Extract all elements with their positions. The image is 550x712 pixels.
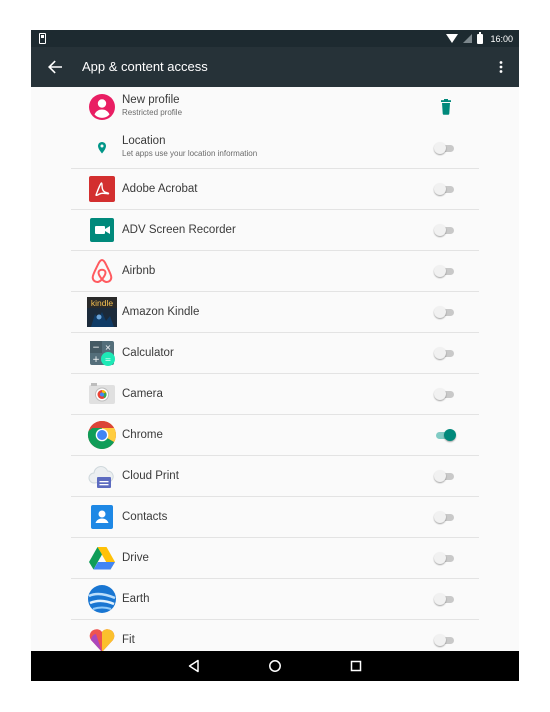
app-row[interactable]: Adobe Acrobat — [71, 169, 479, 210]
fit-icon — [87, 625, 117, 651]
camera-icon — [87, 379, 117, 409]
wifi-icon — [446, 34, 459, 43]
cloud-print-icon — [87, 461, 117, 491]
svg-text:×: × — [105, 343, 112, 352]
location-title: Location — [122, 135, 166, 147]
adv-screen-recorder-icon — [87, 215, 117, 245]
app-toggle[interactable] — [434, 511, 456, 523]
app-row[interactable]: Fit — [71, 620, 479, 651]
app-row[interactable]: Drive — [71, 538, 479, 579]
app-name: Chrome — [122, 429, 163, 441]
location-toggle[interactable] — [434, 142, 456, 154]
app-toggle[interactable] — [434, 347, 456, 359]
app-row[interactable]: ADV Screen Recorder — [71, 210, 479, 251]
profile-text: New profile Restricted profile — [122, 94, 182, 117]
app-name: ADV Screen Recorder — [122, 224, 236, 236]
amazon-kindle-icon: kindle — [87, 297, 117, 327]
app-toggle[interactable] — [434, 224, 456, 236]
location-pin-icon — [87, 133, 117, 163]
status-bar: 16:00 — [31, 30, 519, 47]
app-name: Calculator — [122, 347, 174, 359]
app-name: Earth — [122, 593, 150, 605]
app-row[interactable]: Chrome — [71, 415, 479, 456]
navigation-bar — [31, 651, 519, 681]
page-title: App & content access — [82, 59, 208, 74]
back-nav-icon[interactable] — [185, 657, 203, 675]
contacts-icon — [87, 502, 117, 532]
profile-subtitle: Restricted profile — [122, 108, 183, 117]
app-row[interactable]: Cloud Print — [71, 456, 479, 497]
drive-icon — [87, 543, 117, 573]
app-toggle[interactable] — [434, 429, 456, 441]
airbnb-icon — [87, 256, 117, 286]
app-name: Drive — [122, 552, 149, 564]
app-toggle[interactable] — [434, 183, 456, 195]
recents-nav-icon[interactable] — [347, 657, 365, 675]
profile-row[interactable]: New profile Restricted profile — [71, 87, 479, 128]
location-subtitle: Let apps use your location information — [122, 149, 258, 158]
profile-avatar-icon — [87, 92, 117, 122]
calculator-icon: − × + = — [87, 338, 117, 368]
status-icons: 16:00 — [446, 30, 513, 47]
app-name: Camera — [122, 388, 163, 400]
kindle-logo-text: kindle — [91, 298, 113, 308]
svg-text:+: + — [92, 355, 100, 365]
app-name: Fit — [122, 634, 135, 646]
app-name: Amazon Kindle — [122, 306, 200, 318]
location-row[interactable]: Location Let apps use your location info… — [71, 128, 479, 169]
app-name: Adobe Acrobat — [122, 183, 198, 195]
app-row[interactable]: Contacts — [71, 497, 479, 538]
notification-icon — [39, 33, 46, 44]
app-name: Contacts — [122, 511, 168, 523]
app-toggle[interactable] — [434, 265, 456, 277]
app-row[interactable]: Earth — [71, 579, 479, 620]
app-row[interactable]: − × + = Calculator — [71, 333, 479, 374]
overflow-menu-icon[interactable] — [493, 55, 509, 79]
app-row[interactable]: Airbnb — [71, 251, 479, 292]
delete-icon[interactable] — [439, 99, 453, 115]
home-nav-icon[interactable] — [266, 657, 284, 675]
earth-icon — [87, 584, 117, 614]
battery-icon — [477, 31, 484, 44]
cell-signal-icon — [463, 34, 473, 43]
app-bar: App & content access — [31, 47, 519, 87]
back-arrow-icon[interactable] — [43, 55, 67, 79]
svg-text:=: = — [105, 355, 112, 364]
app-toggle[interactable] — [434, 593, 456, 605]
app-toggle[interactable] — [434, 306, 456, 318]
app-row[interactable]: kindle Amazon Kindle — [71, 292, 479, 333]
device-screen: 16:00 App & content access New profile R… — [31, 30, 519, 681]
app-row[interactable]: Camera — [71, 374, 479, 415]
profile-name: New profile — [122, 94, 180, 106]
location-text: Location Let apps use your location info… — [122, 135, 257, 158]
app-toggle[interactable] — [434, 388, 456, 400]
svg-text:−: − — [92, 343, 100, 353]
status-time: 16:00 — [490, 33, 513, 44]
app-name: Cloud Print — [122, 470, 179, 482]
chrome-icon — [87, 420, 117, 450]
app-toggle[interactable] — [434, 470, 456, 482]
app-name: Airbnb — [122, 265, 156, 277]
app-list[interactable]: New profile Restricted profile Location … — [31, 87, 519, 651]
adobe-acrobat-icon — [87, 174, 117, 204]
app-toggle[interactable] — [434, 552, 456, 564]
app-toggle[interactable] — [434, 634, 456, 646]
